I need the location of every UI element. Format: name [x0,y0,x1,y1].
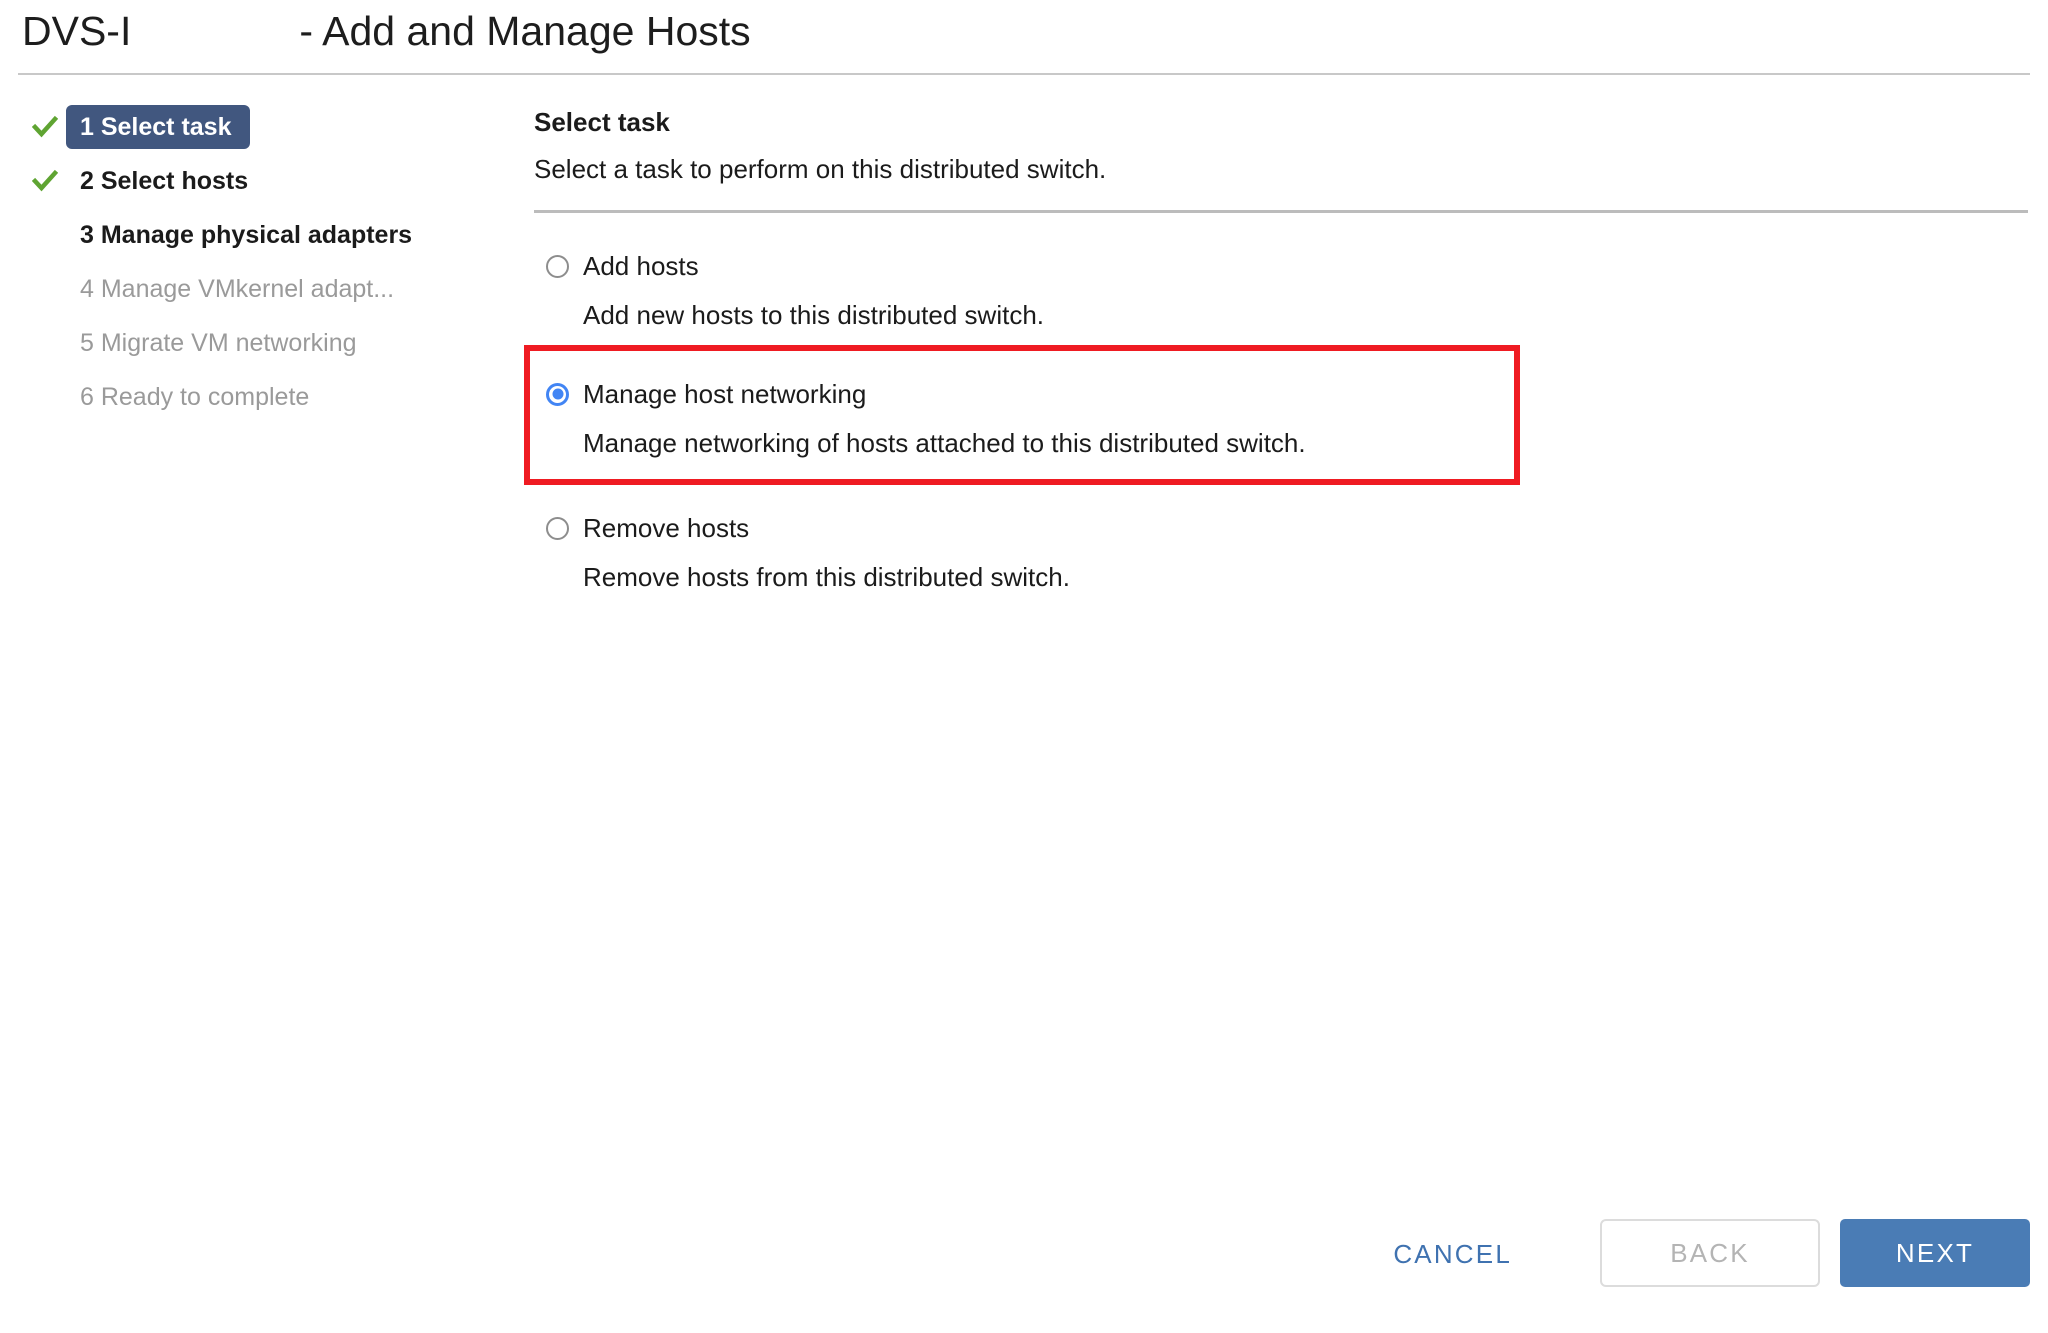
sidebar-step-pill: 3 Manage physical adapters [66,213,430,257]
wizard-footer: CANCEL BACK NEXT [0,1219,2048,1287]
sidebar-step-ready-to-complete: 6 Ready to complete [0,370,520,424]
sidebar-step-migrate-vm-networking: 5 Migrate VM networking [0,316,520,370]
main-content: Select task Select a task to perform on … [524,107,2030,590]
wizard-step-sidebar: 1 Select task 2 Select hosts 3 Manage ph… [0,100,520,424]
option-row[interactable]: Manage host networking [546,375,1306,413]
sidebar-step-label: 3 Manage physical adapters [80,220,413,249]
title-suffix: - Add and Manage Hosts [299,8,751,54]
sidebar-step-label: 2 Select hosts [80,166,249,195]
sidebar-step-pill: 6 Ready to complete [66,375,327,419]
sidebar-step-select-hosts[interactable]: 2 Select hosts [0,154,520,208]
option-label: Remove hosts [583,513,750,544]
sidebar-step-pill: 1 Select task [66,105,250,149]
cancel-button[interactable]: CANCEL [1387,1229,1518,1280]
option-description: Remove hosts from this distributed switc… [583,562,1070,593]
option-add-hosts[interactable]: Add hosts Add new hosts to this distribu… [546,247,1044,328]
sidebar-step-manage-vmkernel-adapters: 4 Manage VMkernel adapt... [0,262,520,316]
content-divider [534,210,2028,214]
sidebar-step-pill: 4 Manage VMkernel adapt... [66,267,412,311]
section-title: Select task [534,107,670,137]
option-row[interactable]: Remove hosts [546,509,1070,547]
sidebar-step-label: 4 Manage VMkernel adapt... [80,274,395,303]
radio-add-hosts[interactable] [546,254,569,278]
sidebar-step-select-task[interactable]: 1 Select task [0,100,520,154]
sidebar-step-label: 5 Migrate VM networking [80,328,357,357]
section-subtitle: Select a task to perform on this distrib… [534,153,1107,184]
option-description: Manage networking of hosts attached to t… [583,428,1306,459]
sidebar-step-pill: 5 Migrate VM networking [66,321,375,365]
option-manage-host-networking[interactable]: Manage host networking Manage networking… [524,345,1520,486]
header-divider [18,73,2030,75]
switch-name: DVS-I [22,8,132,54]
sidebar-step-label: 1 Select task [80,112,232,141]
sidebar-step-manage-physical-adapters[interactable]: 3 Manage physical adapters [0,208,520,262]
option-row[interactable]: Add hosts [546,247,1044,285]
sidebar-step-pill: 2 Select hosts [66,159,266,203]
sidebar-step-label: 6 Ready to complete [80,382,310,411]
option-label: Add hosts [583,251,699,282]
red-highlight-annotation [524,345,1520,486]
checkmark-icon [32,114,58,140]
option-remove-hosts[interactable]: Remove hosts Remove hosts from this dist… [546,509,1070,590]
next-button[interactable]: NEXT [1840,1219,2030,1287]
option-description: Add new hosts to this distributed switch… [583,300,1045,331]
page-title: DVS-I - Add and Manage Hosts [22,8,751,55]
back-button[interactable]: BACK [1600,1219,1820,1287]
checkmark-icon [32,168,58,194]
option-label: Manage host networking [583,379,867,410]
wizard-header: DVS-I - Add and Manage Hosts [0,0,2048,76]
radio-manage-host-networking[interactable] [546,382,569,406]
radio-remove-hosts[interactable] [546,516,569,540]
